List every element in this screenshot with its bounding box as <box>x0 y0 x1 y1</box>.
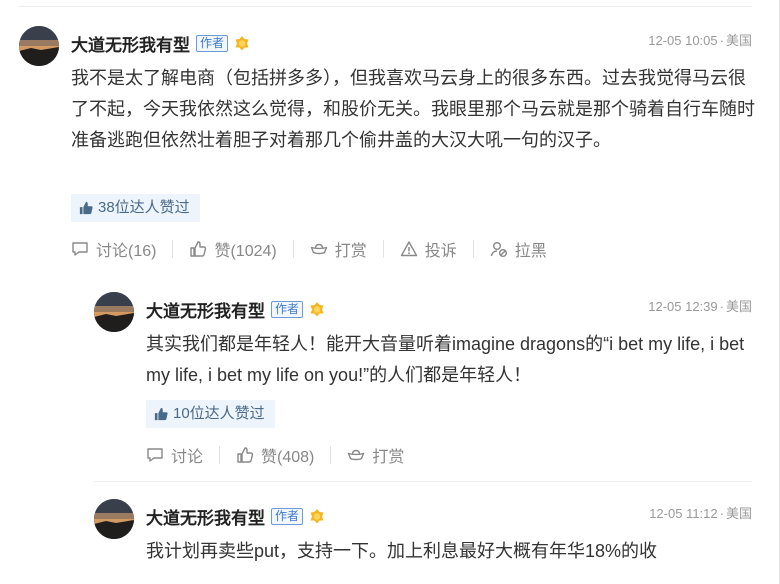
action-bar: 讨论 赞(408) 打赏 <box>146 442 404 468</box>
action-divider <box>382 240 384 258</box>
author-tag: 作者 <box>271 300 304 318</box>
meta-separator: · <box>719 299 724 314</box>
comment-icon <box>72 242 88 256</box>
action-bar: 讨论(16) 赞(1024) 打赏 投诉 拉黑 <box>71 236 547 262</box>
report-button[interactable]: 投诉 <box>400 237 457 261</box>
timestamp: 12-05 12:39 <box>648 299 718 314</box>
medal-icon <box>235 36 249 51</box>
author-tag: 作者 <box>196 34 229 52</box>
meta-separator: · <box>719 33 724 48</box>
comment-header: 大道无形我有型 作者 <box>146 504 325 529</box>
comment-header: 大道无形我有型 作者 <box>146 297 325 322</box>
discuss-button[interactable]: 讨论(16) <box>71 237 156 261</box>
block-button[interactable]: 拉黑 <box>490 237 547 261</box>
block-label: 拉黑 <box>514 243 547 260</box>
avatar-image <box>94 499 134 539</box>
like-button[interactable]: 赞(408) <box>236 443 314 467</box>
warning-icon <box>400 241 417 257</box>
ingot-icon <box>348 449 365 461</box>
location: 美国 <box>725 33 752 48</box>
tip-label: 打赏 <box>334 243 367 260</box>
action-divider <box>330 446 332 464</box>
ingot-icon <box>310 243 327 255</box>
thumbs-up-icon <box>190 241 207 257</box>
location: 美国 <box>725 506 752 521</box>
tip-label: 打赏 <box>372 449 405 466</box>
discuss-label: 讨论 <box>171 449 204 466</box>
timestamp: 12-05 10:05 <box>648 33 718 48</box>
top-divider <box>18 6 752 7</box>
tip-button[interactable]: 打赏 <box>310 237 367 261</box>
likes-badge[interactable]: 38位达人赞过 <box>71 194 200 222</box>
action-divider <box>292 240 294 258</box>
avatar-image <box>19 26 59 66</box>
author-name[interactable]: 大道无形我有型 <box>146 504 265 529</box>
comment-meta: 12-05 12:39 · 美国 <box>648 296 752 315</box>
author-name[interactable]: 大道无形我有型 <box>146 297 265 322</box>
timestamp: 12-05 11:12 <box>649 506 718 521</box>
block-user-icon <box>490 242 507 257</box>
discuss-button[interactable]: 讨论 <box>146 443 203 467</box>
avatar[interactable] <box>94 292 134 332</box>
like-label: 赞(408) <box>261 449 315 466</box>
comment-icon <box>147 448 163 462</box>
likes-count: 10位达人赞过 <box>173 405 265 422</box>
comment-text: 我计划再卖些put，支持一下。加上利息最好大概有年华18%的收 <box>146 541 658 561</box>
avatar-image <box>94 292 134 332</box>
author-name[interactable]: 大道无形我有型 <box>71 31 190 56</box>
comment-text: 其实我们都是年轻人！能开大音量听着imagine dragons的“i bet … <box>146 334 745 385</box>
action-divider <box>219 446 221 464</box>
comment-text: 我不是太了解电商（包括拼多多），但我喜欢马云身上的很多东西。过去我觉得马云很了不… <box>71 68 755 150</box>
reply-divider <box>94 481 752 482</box>
location: 美国 <box>725 299 752 314</box>
medal-icon <box>310 509 324 524</box>
medal-icon <box>310 302 324 317</box>
avatar[interactable] <box>19 26 59 66</box>
report-label: 投诉 <box>424 243 457 260</box>
author-tag: 作者 <box>271 507 304 525</box>
meta-separator: · <box>719 506 724 521</box>
thumbs-up-icon <box>79 201 93 215</box>
action-divider <box>472 240 474 258</box>
like-label: 赞(1024) <box>214 243 277 260</box>
like-button[interactable]: 赞(1024) <box>189 237 277 261</box>
comment-meta: 12-05 11:12 · 美国 <box>649 503 752 522</box>
discuss-label: 讨论(16) <box>96 243 157 260</box>
thumbs-up-icon <box>237 447 254 463</box>
comment-header: 大道无形我有型 作者 <box>71 31 250 56</box>
likes-count: 38位达人赞过 <box>98 199 190 216</box>
tip-button[interactable]: 打赏 <box>347 443 404 467</box>
action-divider <box>172 240 174 258</box>
likes-badge[interactable]: 10位达人赞过 <box>146 400 275 428</box>
avatar[interactable] <box>94 499 134 539</box>
thumbs-up-icon <box>154 407 168 421</box>
comment-meta: 12-05 10:05 · 美国 <box>648 30 752 49</box>
